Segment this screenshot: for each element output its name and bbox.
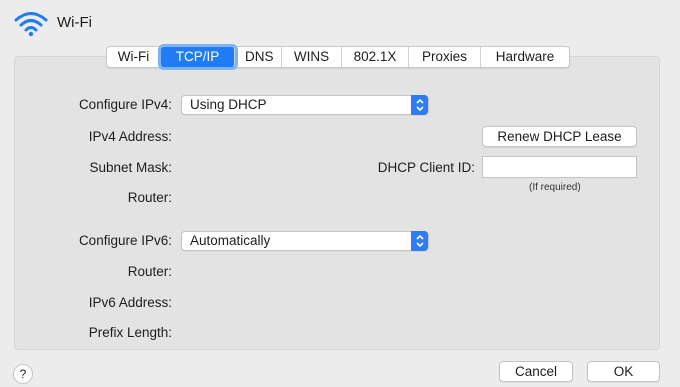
configure-ipv4-select[interactable]: Using DHCP [181,95,429,115]
tab-bar: Wi-Fi TCP/IP DNS WINS 802.1X Proxies Har… [106,46,570,68]
ipv6-address-label: IPv6 Address: [88,295,172,310]
tab-proxies[interactable]: Proxies [409,47,481,67]
wifi-icon [14,12,48,37]
tab-hardware[interactable]: Hardware [481,47,569,67]
cancel-button[interactable]: Cancel [499,361,573,382]
configure-ipv4-label: Configure IPv4: [78,97,172,112]
configure-ipv6-value: Automatically [190,233,271,248]
help-button[interactable]: ? [13,364,33,384]
tab-wifi[interactable]: Wi-Fi [107,47,161,67]
select-stepper-icon [411,231,428,251]
tab-tcpip[interactable]: TCP/IP [161,47,235,67]
renew-dhcp-lease-button[interactable]: Renew DHCP Lease [482,126,637,147]
dhcp-client-id-label: DHCP Client ID: [377,160,475,175]
tab-8021x[interactable]: 802.1X [342,47,409,67]
window-title: Wi-Fi [57,14,92,31]
client-id-hint: (If required) [529,182,581,193]
ipv6-router-label: Router: [127,264,172,279]
prefix-length-label: Prefix Length: [88,325,172,340]
tab-wins[interactable]: WINS [282,47,342,67]
tab-dns[interactable]: DNS [235,47,282,67]
dhcp-client-id-field[interactable] [482,156,637,178]
configure-ipv4-value: Using DHCP [190,97,267,112]
configure-ipv6-label: Configure IPv6: [78,233,172,248]
select-stepper-icon [411,95,428,115]
subnet-mask-label: Subnet Mask: [89,160,172,175]
ok-button[interactable]: OK [587,361,660,382]
ipv4-router-label: Router: [127,190,172,205]
configure-ipv6-select[interactable]: Automatically [181,231,429,251]
ipv4-address-label: IPv4 Address: [88,129,172,144]
